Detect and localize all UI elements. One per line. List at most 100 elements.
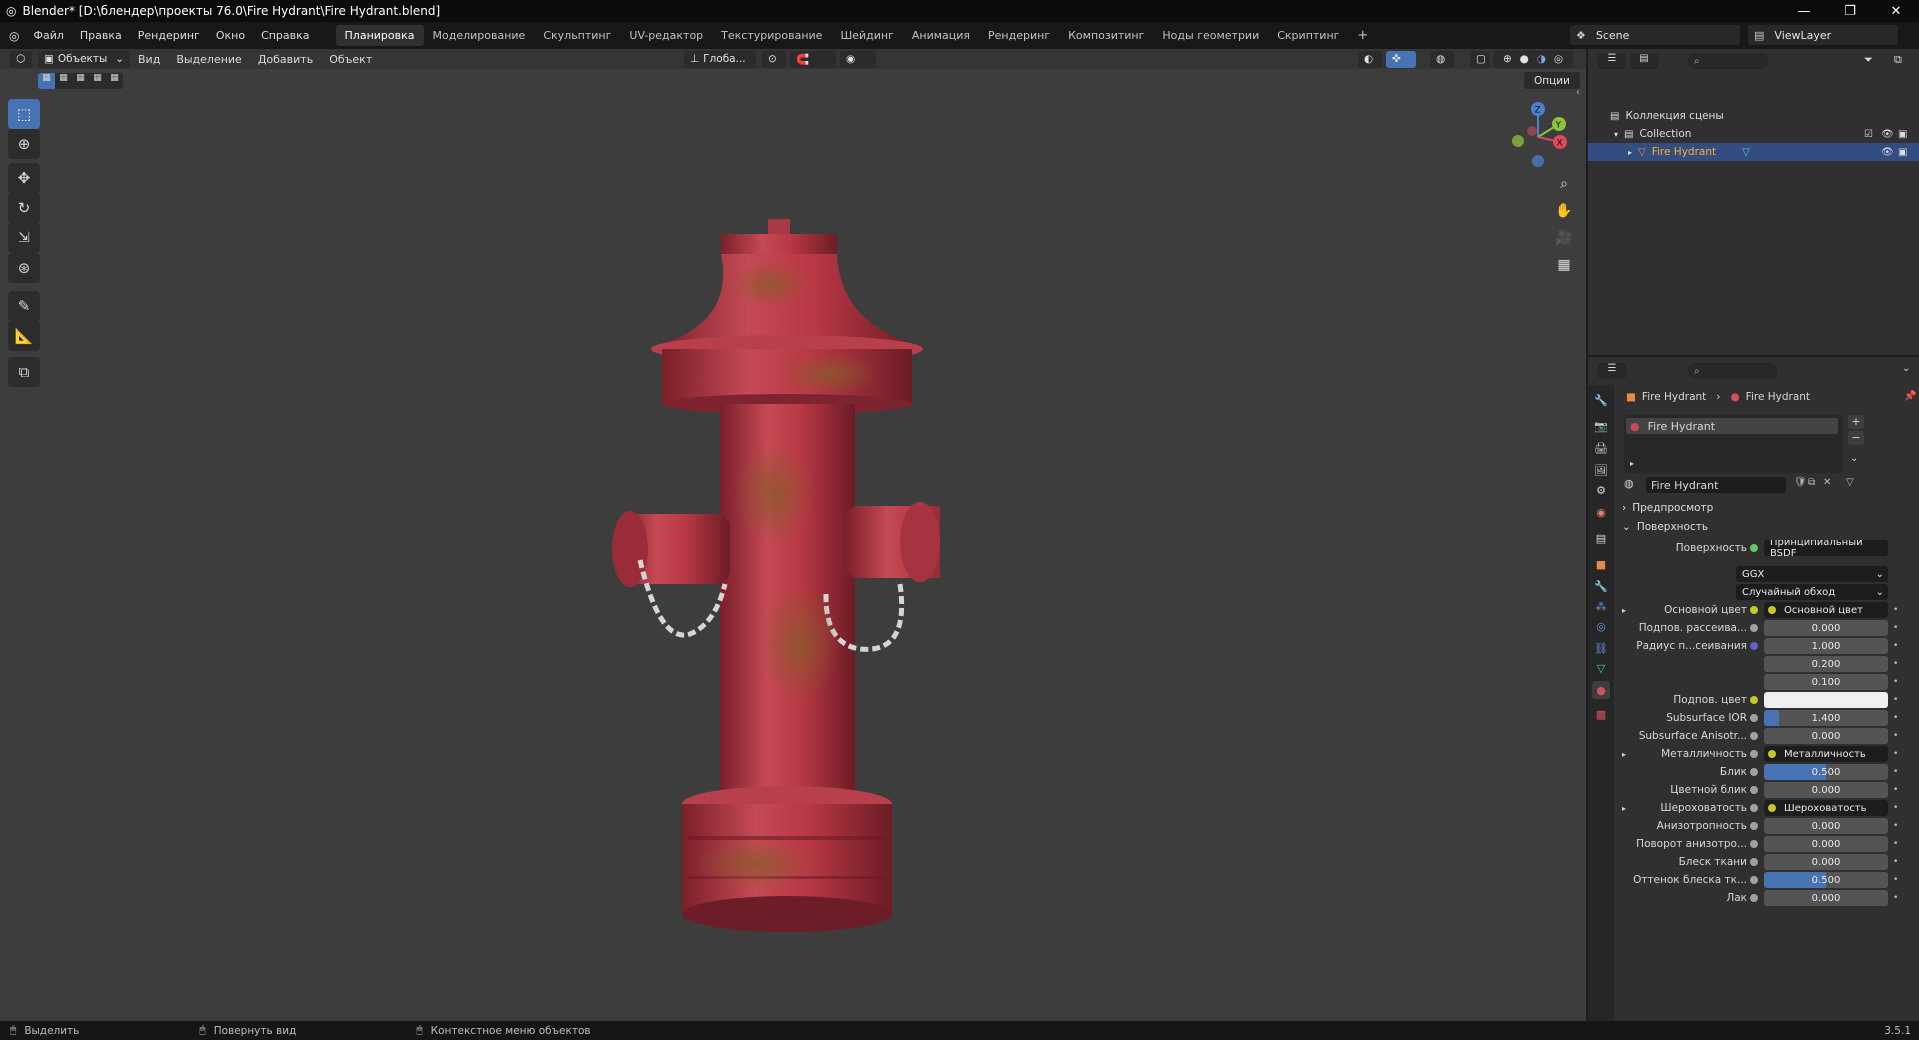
section-surface[interactable]: ⌄ Поверхность [1616,517,1916,536]
tool-tab-icon[interactable]: 🔧 [1592,391,1610,409]
expand-arrow-icon[interactable]: ▸ [1622,804,1626,813]
filter-icon[interactable]: ⏷ [1864,53,1873,67]
viewport-menu-select[interactable]: Выделение [168,53,250,66]
numeric-slider[interactable]: 0.000 [1764,854,1888,870]
outliner-row-fire-hydrant[interactable]: ▸ ▽ Fire Hydrant ▽ 👁 ▣ [1588,143,1919,161]
socket-bullet[interactable] [1750,786,1758,794]
keyframe-dot-icon[interactable]: • [1893,713,1898,723]
select-extend-icon[interactable]: ▦ [55,73,72,89]
numeric-slider[interactable]: 0.000 [1764,890,1888,906]
numeric-slider[interactable]: 0.500 [1764,872,1888,888]
editor-type-icon[interactable]: ⬡ [10,50,32,68]
scene-tab-icon[interactable]: ⚙ [1592,481,1610,499]
socket-bullet[interactable] [1750,732,1758,740]
minimize-button[interactable]: — [1781,0,1827,22]
pin-icon[interactable]: 📌 [1904,391,1916,402]
keyframe-dot-icon[interactable]: • [1893,767,1898,777]
section-preview[interactable]: › Предпросмотр [1616,498,1916,517]
transform-orientation-dropdown[interactable]: ⊥ Глоба... [684,50,756,68]
fire-hydrant-model[interactable] [600,164,940,964]
solid-shading-icon[interactable]: ● [1520,53,1529,65]
close-button[interactable]: ✕ [1873,0,1919,22]
socket-bullet[interactable] [1750,696,1758,704]
view-layer-selector[interactable]: ▤ ViewLayer [1748,25,1898,45]
expand-arrow-icon[interactable]: ▾ [1614,130,1618,139]
gizmo-toggle[interactable]: ✜ [1386,50,1416,68]
socket-bullet[interactable] [1750,876,1758,884]
duplicate-icon[interactable]: ⧉ [1808,477,1815,488]
properties-search-input[interactable]: ⌕ [1688,363,1778,379]
world-tab-icon[interactable]: ◉ [1592,503,1610,521]
options-dropdown[interactable]: Опции [1524,72,1580,89]
select-intersect-icon[interactable]: ▦ [106,73,123,89]
eye-icon[interactable]: 👁 [1881,147,1894,158]
cursor-tool[interactable]: ⊕ [8,129,40,159]
numeric-slider[interactable]: 0.100 [1764,674,1888,690]
numeric-slider[interactable]: 1.400 [1764,710,1888,726]
distribution-dropdown[interactable]: GGX ⌄ [1736,566,1888,582]
fake-user-icon[interactable]: 🛡 [1794,477,1807,488]
tab-rendering[interactable]: Рендеринг [979,25,1059,46]
socket-bullet[interactable] [1750,768,1758,776]
proportional-edit-toggle[interactable]: ◉ [840,50,876,68]
keyframe-dot-icon[interactable]: • [1893,659,1898,669]
navigation-gizmo[interactable]: Z Y X [1498,97,1578,177]
mode-dropdown[interactable]: ▣ Объекты ⌄ [38,50,130,68]
socket-bullet[interactable] [1750,894,1758,902]
tab-scripting[interactable]: Скриптинг [1268,25,1348,46]
keyframe-dot-icon[interactable]: • [1893,875,1898,885]
tab-shading[interactable]: Шейдинг [831,25,902,46]
add-cube-tool[interactable]: ⧉ [8,357,40,387]
numeric-slider[interactable]: 0.500 [1764,764,1888,780]
tab-geometry-nodes[interactable]: Ноды геометрии [1153,25,1268,46]
select-invert-icon[interactable]: ▦ [89,73,106,89]
material-browse-icon[interactable]: ◍ [1624,477,1644,493]
shading-modes[interactable]: ⊕ ● ◑ ◎ [1493,50,1573,68]
select-box-tool[interactable]: ⬚ [8,99,40,129]
socket-bullet[interactable] [1750,858,1758,866]
viewport-menu-object[interactable]: Объект [321,53,380,66]
viewport-menu-view[interactable]: Вид [130,53,168,66]
keyframe-dot-icon[interactable]: • [1893,821,1898,831]
new-collection-icon[interactable]: ⧉ [1894,53,1902,67]
data-tab-icon[interactable]: ▽ [1592,659,1610,677]
unlink-icon[interactable]: ✕ [1823,477,1831,488]
rotate-tool[interactable]: ↻ [8,193,40,223]
numeric-slider[interactable]: 0.000 [1764,620,1888,636]
numeric-slider[interactable]: 0.000 [1764,728,1888,744]
chevron-down-icon[interactable]: ⌄ [1850,453,1858,464]
pan-hand-icon[interactable]: ✋ [1552,199,1576,223]
tab-uv-editing[interactable]: UV-редактор [620,25,712,46]
xray-toggle[interactable]: ▢ [1470,50,1490,68]
eye-icon[interactable]: 👁 [1881,129,1894,140]
numeric-slider[interactable]: 0.000 [1764,782,1888,798]
material-slot-item[interactable]: ● Fire Hydrant [1626,418,1838,434]
keyframe-dot-icon[interactable]: • [1893,803,1898,813]
camera-view-icon[interactable]: 🎥 [1552,226,1576,250]
menu-render[interactable]: Рендеринг [130,29,208,42]
keyframe-dot-icon[interactable]: • [1893,623,1898,633]
select-subtract-icon[interactable]: ▦ [72,73,89,89]
render-camera-icon[interactable]: ▣ [1898,147,1907,158]
chevron-down-icon[interactable]: ⌄ [1902,363,1910,374]
keyframe-dot-icon[interactable]: • [1893,893,1898,903]
snapping-toggle[interactable]: 🧲 [790,50,836,68]
surface-shader-field[interactable]: Принципиальный BSDF [1764,540,1888,556]
outliner-row-scene-collection[interactable]: ▤ Коллекция сцены [1588,107,1919,125]
outliner-search-input[interactable]: ⌕ [1688,53,1768,69]
physics-tab-icon[interactable]: ◎ [1592,617,1610,635]
sidebar-toggle-icon[interactable]: ‹ [1576,87,1580,98]
socket-bullet[interactable] [1750,750,1758,758]
visibility-dropdown[interactable]: ◐ [1358,50,1382,68]
overlay-toggle[interactable]: ◍ [1430,50,1454,68]
select-new-icon[interactable]: ▦ [38,73,55,89]
linked-input-field[interactable]: Основной цвет [1764,602,1888,618]
keyframe-dot-icon[interactable]: • [1893,641,1898,651]
keyframe-dot-icon[interactable]: • [1893,731,1898,741]
blender-menu-icon[interactable]: ◎ [9,29,19,43]
expand-arrow-icon[interactable]: ▸ [1622,606,1626,615]
socket-bullet[interactable] [1750,804,1758,812]
wireframe-shading-icon[interactable]: ⊕ [1503,53,1512,65]
color-swatch[interactable] [1764,692,1888,708]
pivot-point-dropdown[interactable]: ⊙ [762,50,786,68]
